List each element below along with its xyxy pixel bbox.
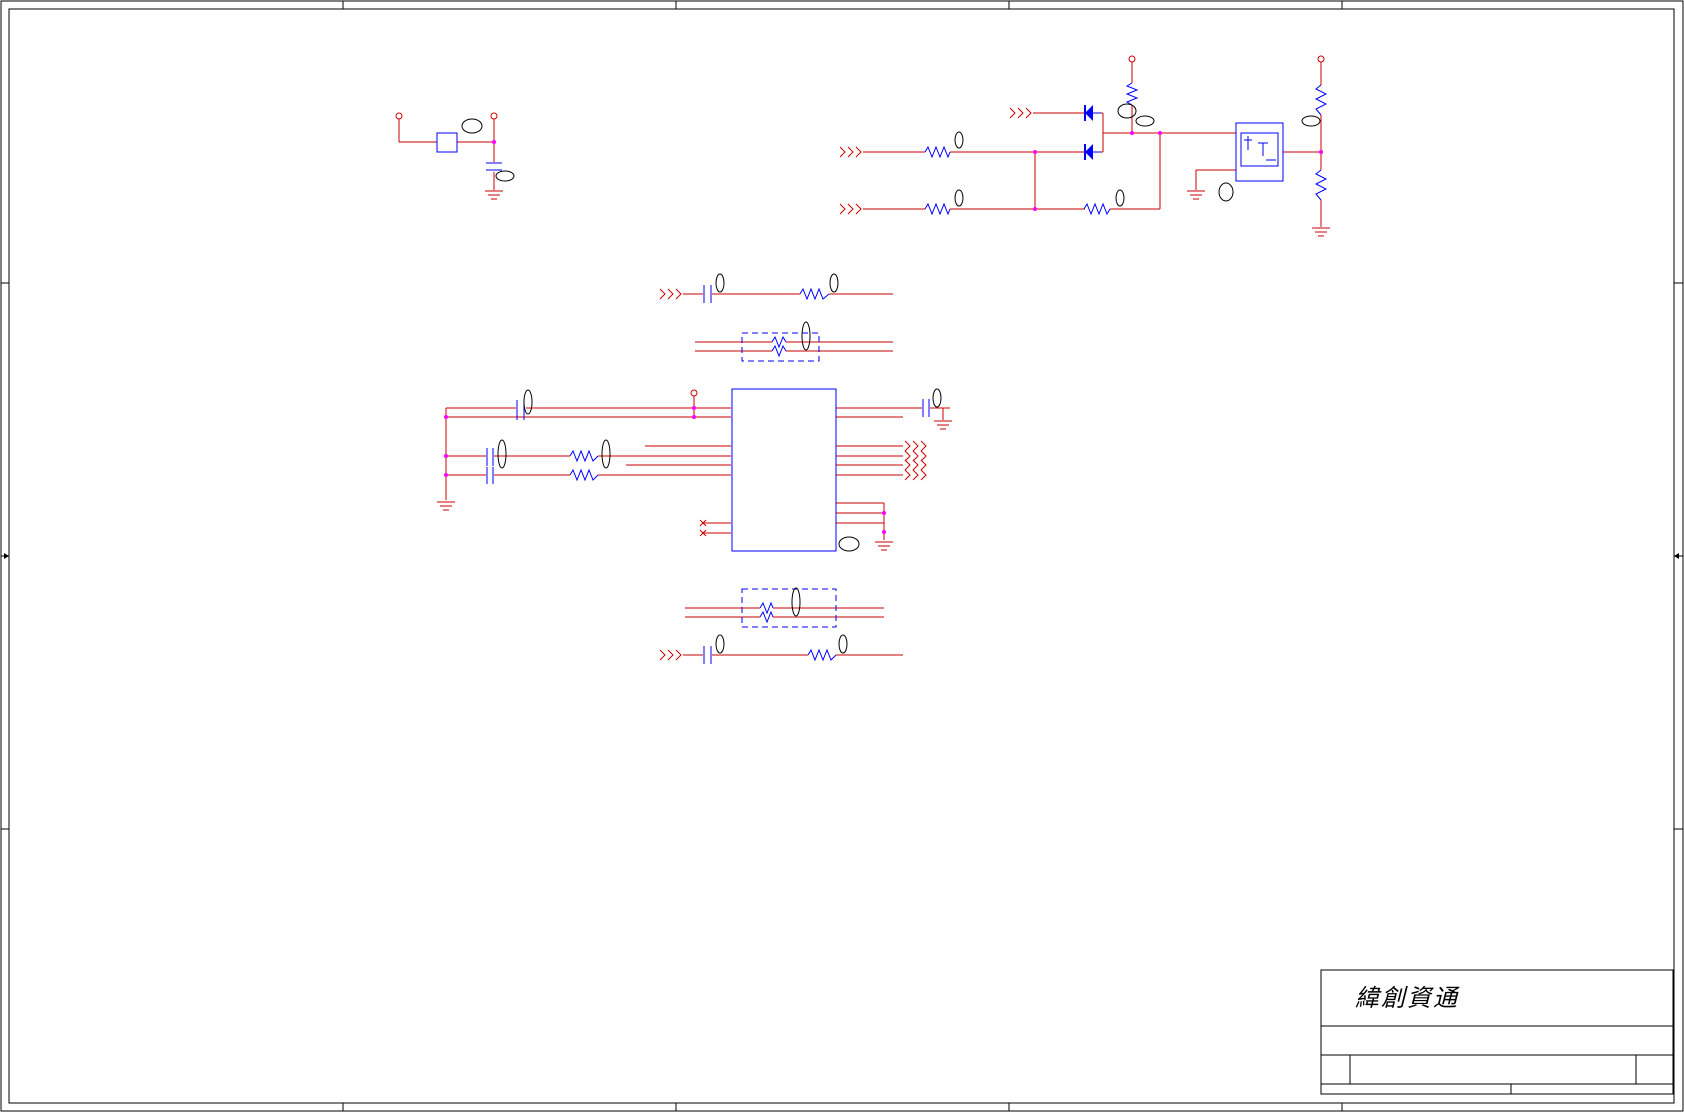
junction-dot — [492, 140, 496, 144]
power-port-icon — [1317, 55, 1325, 63]
capacitor-icon — [486, 162, 502, 171]
off-page-connector-icon — [839, 107, 1032, 215]
power-port-icon — [395, 112, 403, 120]
part-marker-icons — [497, 273, 942, 654]
ground-icon — [934, 420, 952, 430]
off-page-connector-icon — [904, 440, 927, 481]
resistor-icon — [569, 449, 599, 482]
main-ic-circuit — [437, 273, 952, 664]
company-name: 緯創資通 — [1355, 984, 1459, 1012]
part-marker-icon — [495, 170, 515, 182]
diode-icon — [1084, 105, 1101, 121]
schematic-sheet — [0, 0, 1684, 1112]
part-marker-icon — [461, 118, 483, 134]
ground-icon — [485, 190, 503, 200]
resistor-icon — [759, 287, 837, 662]
drawing-frame — [0, 0, 1684, 1112]
resistor-icon — [924, 82, 1328, 216]
frame-center-arrow-right — [1674, 553, 1683, 559]
power-input-circuit — [395, 112, 515, 200]
ground-icon — [437, 501, 455, 511]
ground-icon — [1187, 190, 1205, 200]
power-port-icon — [1128, 55, 1136, 63]
ground-icon — [1312, 227, 1330, 237]
power-port-icon — [490, 112, 498, 120]
junction-dots — [1033, 131, 1323, 211]
power-port-icon — [690, 389, 698, 397]
diode-or-circuit — [839, 55, 1330, 237]
resistor-network-outline — [741, 332, 837, 628]
part-marker-icons — [954, 103, 1321, 207]
no-connect-icon — [699, 519, 707, 537]
ic-chip-icon — [731, 388, 837, 552]
capacitor-icon — [922, 399, 930, 417]
frame-center-arrow-left — [1, 553, 9, 559]
ground-icon — [875, 541, 893, 551]
capacitor-icon — [486, 400, 525, 484]
mosfet-switch-icon — [1235, 122, 1284, 182]
diode-icon — [1084, 144, 1101, 160]
fuse-icon — [436, 132, 458, 153]
junction-dots — [444, 406, 886, 534]
